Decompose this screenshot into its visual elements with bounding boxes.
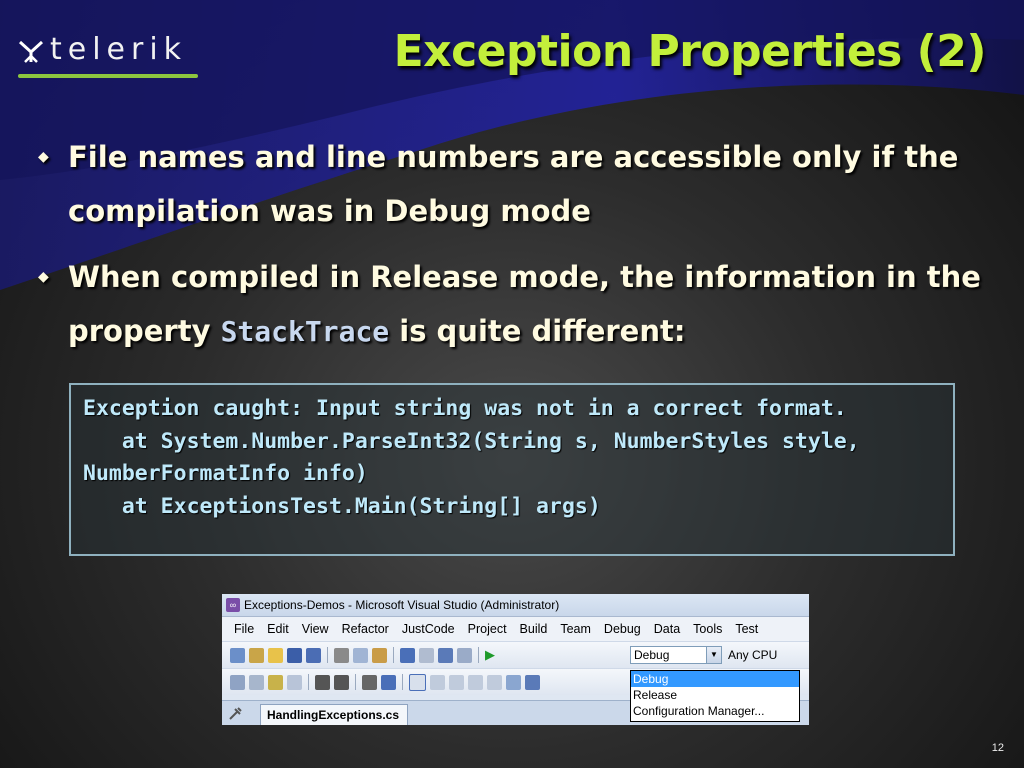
cut-icon[interactable]	[334, 647, 349, 663]
start-debugging-icon[interactable]: ▶	[485, 647, 495, 663]
slide-title: Exception Properties (2)	[393, 26, 987, 77]
telerik-logo: telerik	[18, 30, 198, 80]
menu-build[interactable]: Build	[520, 622, 556, 636]
vs-window-title: Exceptions-Demos - Microsoft Visual Stud…	[244, 598, 560, 612]
open-folder-icon[interactable]	[268, 647, 283, 663]
navigate-forward-icon[interactable]	[525, 674, 540, 690]
menu-test[interactable]: Test	[735, 622, 766, 636]
menu-refactor[interactable]: Refactor	[342, 622, 397, 636]
redo-icon[interactable]	[419, 647, 434, 663]
navigate-back-icon[interactable]	[506, 674, 521, 690]
code-block: Exception caught: Input string was not i…	[69, 383, 955, 556]
menu-tools[interactable]: Tools	[693, 622, 730, 636]
bullet-text-after: is quite different:	[389, 314, 686, 348]
toolbar-separator	[478, 647, 479, 663]
bullet-item: ◆ When compiled in Release mode, the inf…	[30, 250, 990, 359]
paste-icon[interactable]	[372, 647, 387, 663]
copy-icon[interactable]	[353, 647, 368, 663]
object-browser-icon[interactable]	[230, 674, 245, 690]
menu-data[interactable]: Data	[654, 622, 688, 636]
vs-menu-bar: File Edit View Refactor JustCode Project…	[222, 617, 809, 641]
configuration-dropdown: Debug Release Configuration Manager...	[630, 670, 800, 722]
toolbar-separator	[393, 647, 394, 663]
menu-view[interactable]: View	[302, 622, 337, 636]
dropdown-option-debug[interactable]: Debug	[631, 671, 799, 687]
bookmark-clear-icon[interactable]	[487, 674, 502, 690]
code-line: at ExceptionsTest.Main(String[] args)	[83, 493, 601, 519]
inline-code: StackTrace	[220, 315, 390, 348]
diamond-bullet-icon: ◆	[38, 269, 49, 285]
find-icon[interactable]	[457, 647, 472, 663]
vs-title-bar: ∞ Exceptions-Demos - Microsoft Visual St…	[222, 594, 809, 617]
toolbar-separator	[308, 674, 309, 690]
bullet-text: File names and line numbers are accessib…	[68, 140, 959, 228]
toolbar-separator	[327, 647, 328, 663]
bookmark-folder-icon[interactable]	[468, 674, 483, 690]
dropdown-option-config-manager[interactable]: Configuration Manager...	[631, 703, 799, 719]
vs-screenshot: ∞ Exceptions-Demos - Microsoft Visual St…	[222, 594, 809, 725]
toolbar-separator	[355, 674, 356, 690]
solution-configuration-combo[interactable]: Debug ▼	[630, 646, 722, 664]
logo-underline	[18, 74, 198, 78]
platform-combo[interactable]: Any CPU	[728, 648, 777, 662]
visual-studio-icon: ∞	[226, 598, 240, 612]
chevron-down-icon[interactable]: ▼	[706, 647, 721, 663]
menu-file[interactable]: File	[234, 622, 262, 636]
bookmark-icon[interactable]	[409, 673, 426, 691]
slide-number: 12	[991, 742, 1004, 754]
undo-icon[interactable]	[400, 647, 415, 663]
outdent-icon[interactable]	[315, 674, 330, 690]
navigate-icon[interactable]	[438, 647, 453, 663]
bullet-item: ◆ File names and line numbers are access…	[30, 130, 990, 238]
menu-justcode[interactable]: JustCode	[402, 622, 463, 636]
menu-edit[interactable]: Edit	[267, 622, 297, 636]
combo-value: Debug	[634, 648, 670, 662]
telerik-mark-icon	[18, 40, 44, 63]
toolbar-separator	[402, 674, 403, 690]
comment-icon[interactable]	[362, 674, 377, 690]
menu-project[interactable]: Project	[468, 622, 515, 636]
properties-icon[interactable]	[268, 674, 283, 690]
uncomment-icon[interactable]	[381, 674, 396, 690]
bullet-list: ◆ File names and line numbers are access…	[30, 130, 990, 371]
tab-handling-exceptions[interactable]: HandlingExceptions.cs	[260, 704, 409, 725]
logo-text: telerik	[50, 32, 188, 67]
save-all-icon[interactable]	[306, 647, 321, 663]
class-view-icon[interactable]	[249, 674, 264, 690]
bookmark-next-icon[interactable]	[449, 674, 464, 690]
menu-team[interactable]: Team	[560, 622, 599, 636]
menu-debug[interactable]: Debug	[604, 622, 649, 636]
code-line: at System.Number.ParseInt32(String s, Nu…	[83, 428, 873, 487]
tools-icon[interactable]	[228, 706, 243, 721]
dropdown-option-release[interactable]: Release	[631, 687, 799, 703]
code-line: Exception caught: Input string was not i…	[83, 396, 847, 421]
font-size-icon[interactable]	[287, 674, 302, 690]
diamond-bullet-icon: ◆	[38, 149, 49, 165]
bookmark-prev-icon[interactable]	[430, 674, 445, 690]
indent-icon[interactable]	[334, 674, 349, 690]
add-item-icon[interactable]	[249, 647, 264, 663]
save-icon[interactable]	[287, 647, 302, 663]
new-project-icon[interactable]	[230, 647, 245, 663]
